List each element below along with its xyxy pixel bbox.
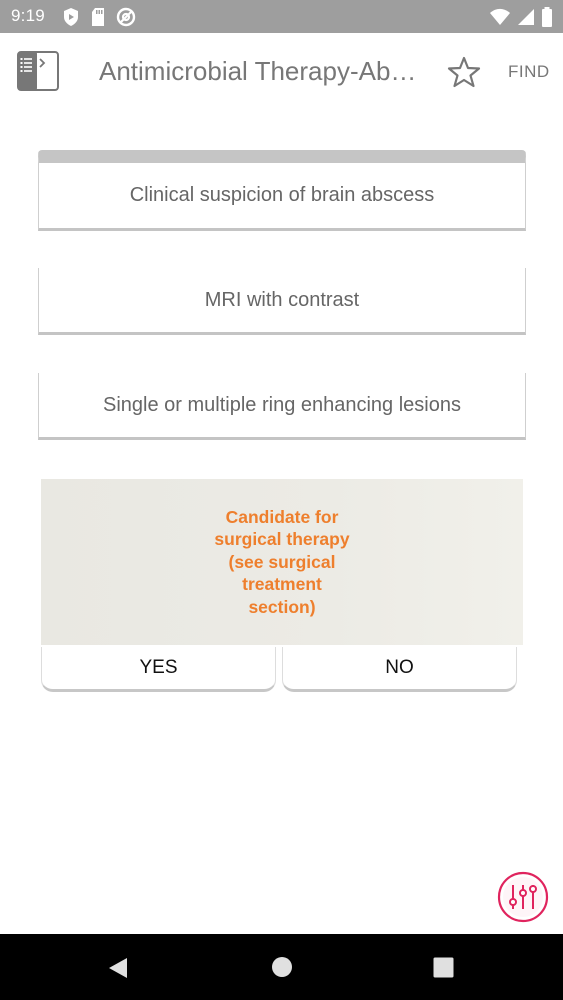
decision-card: Candidate for surgical therapy (see surg… — [41, 479, 523, 645]
status-bar: 9:19 — [0, 0, 563, 33]
filter-settings-button[interactable] — [497, 871, 549, 923]
back-triangle-icon[interactable] — [107, 956, 129, 980]
page-title: Antimicrobial Therapy-Abscess — [99, 56, 421, 86]
flow-step-mri: MRI with contrast — [38, 268, 526, 335]
at-sign-icon — [116, 7, 136, 27]
table-of-contents-button[interactable] — [16, 50, 60, 92]
home-circle-icon[interactable] — [271, 956, 293, 978]
star-outline-icon — [447, 56, 481, 88]
sd-card-icon — [92, 8, 104, 26]
decision-question: Candidate for surgical therapy (see surg… — [214, 506, 350, 617]
flow-step-label: Single or multiple ring enhancing lesion… — [103, 393, 461, 416]
recents-square-icon[interactable] — [433, 957, 454, 978]
shield-play-icon — [64, 8, 78, 26]
flow-step-label: Clinical suspicion of brain abscess — [129, 184, 435, 206]
flow-step-label: MRI with contrast — [204, 288, 360, 311]
sliders-icon — [497, 871, 549, 923]
flow-step-clinical-suspicion: Clinical suspicion of brain abscess — [38, 150, 526, 231]
signal-icon — [518, 9, 534, 25]
table-of-contents-icon — [17, 51, 59, 91]
app-bar: Antimicrobial Therapy-Abscess FIND — [0, 33, 563, 111]
yes-button[interactable]: YES — [41, 647, 276, 692]
battery-icon — [542, 7, 552, 27]
wifi-icon — [490, 8, 510, 25]
status-time: 9:19 — [11, 6, 45, 25]
system-nav-bar — [0, 934, 563, 1000]
flow-step-ring-lesions: Single or multiple ring enhancing lesion… — [38, 373, 526, 440]
status-notification-icons — [62, 6, 136, 28]
find-button[interactable]: FIND — [508, 62, 550, 82]
no-button[interactable]: NO — [282, 647, 517, 692]
status-system-icons — [489, 6, 553, 28]
favorite-button[interactable] — [446, 55, 482, 89]
